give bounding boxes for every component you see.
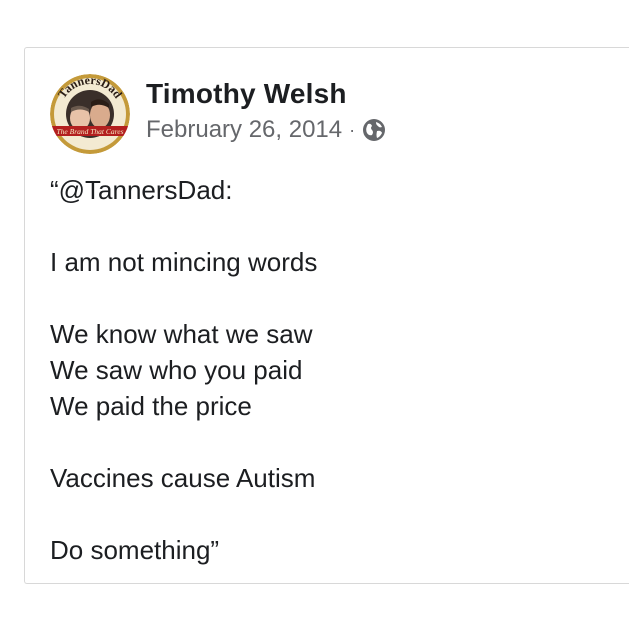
globe-icon-svg xyxy=(363,119,386,141)
line-spacer xyxy=(50,424,610,460)
author-name[interactable]: Timothy Welsh xyxy=(146,78,347,110)
avatar-image: TannersDad The Brand That Cares xyxy=(50,74,130,154)
meta-separator: · xyxy=(349,119,356,140)
line-spacer xyxy=(50,280,610,316)
post-line: I am not mincing words xyxy=(50,247,318,277)
line-spacer xyxy=(50,496,610,532)
globe-icon[interactable] xyxy=(362,118,386,142)
avatar-banner-text: The Brand That Cares xyxy=(56,127,123,136)
post-line: Vaccines cause Autism xyxy=(50,463,316,493)
post-line: We saw who you paid xyxy=(50,355,303,385)
line-spacer xyxy=(50,208,610,244)
post-meta: February 26, 2014 · xyxy=(146,115,386,145)
post-line: Do something” xyxy=(50,535,220,565)
post-date[interactable]: February 26, 2014 xyxy=(146,116,342,144)
post-line: We know what we saw xyxy=(50,319,313,349)
avatar[interactable]: TannersDad The Brand That Cares xyxy=(50,74,130,154)
post-line: “@TannersDad: xyxy=(50,175,233,205)
post-line: We paid the price xyxy=(50,391,252,421)
post-text: “@TannersDad: I am not mincing words We … xyxy=(50,172,610,568)
